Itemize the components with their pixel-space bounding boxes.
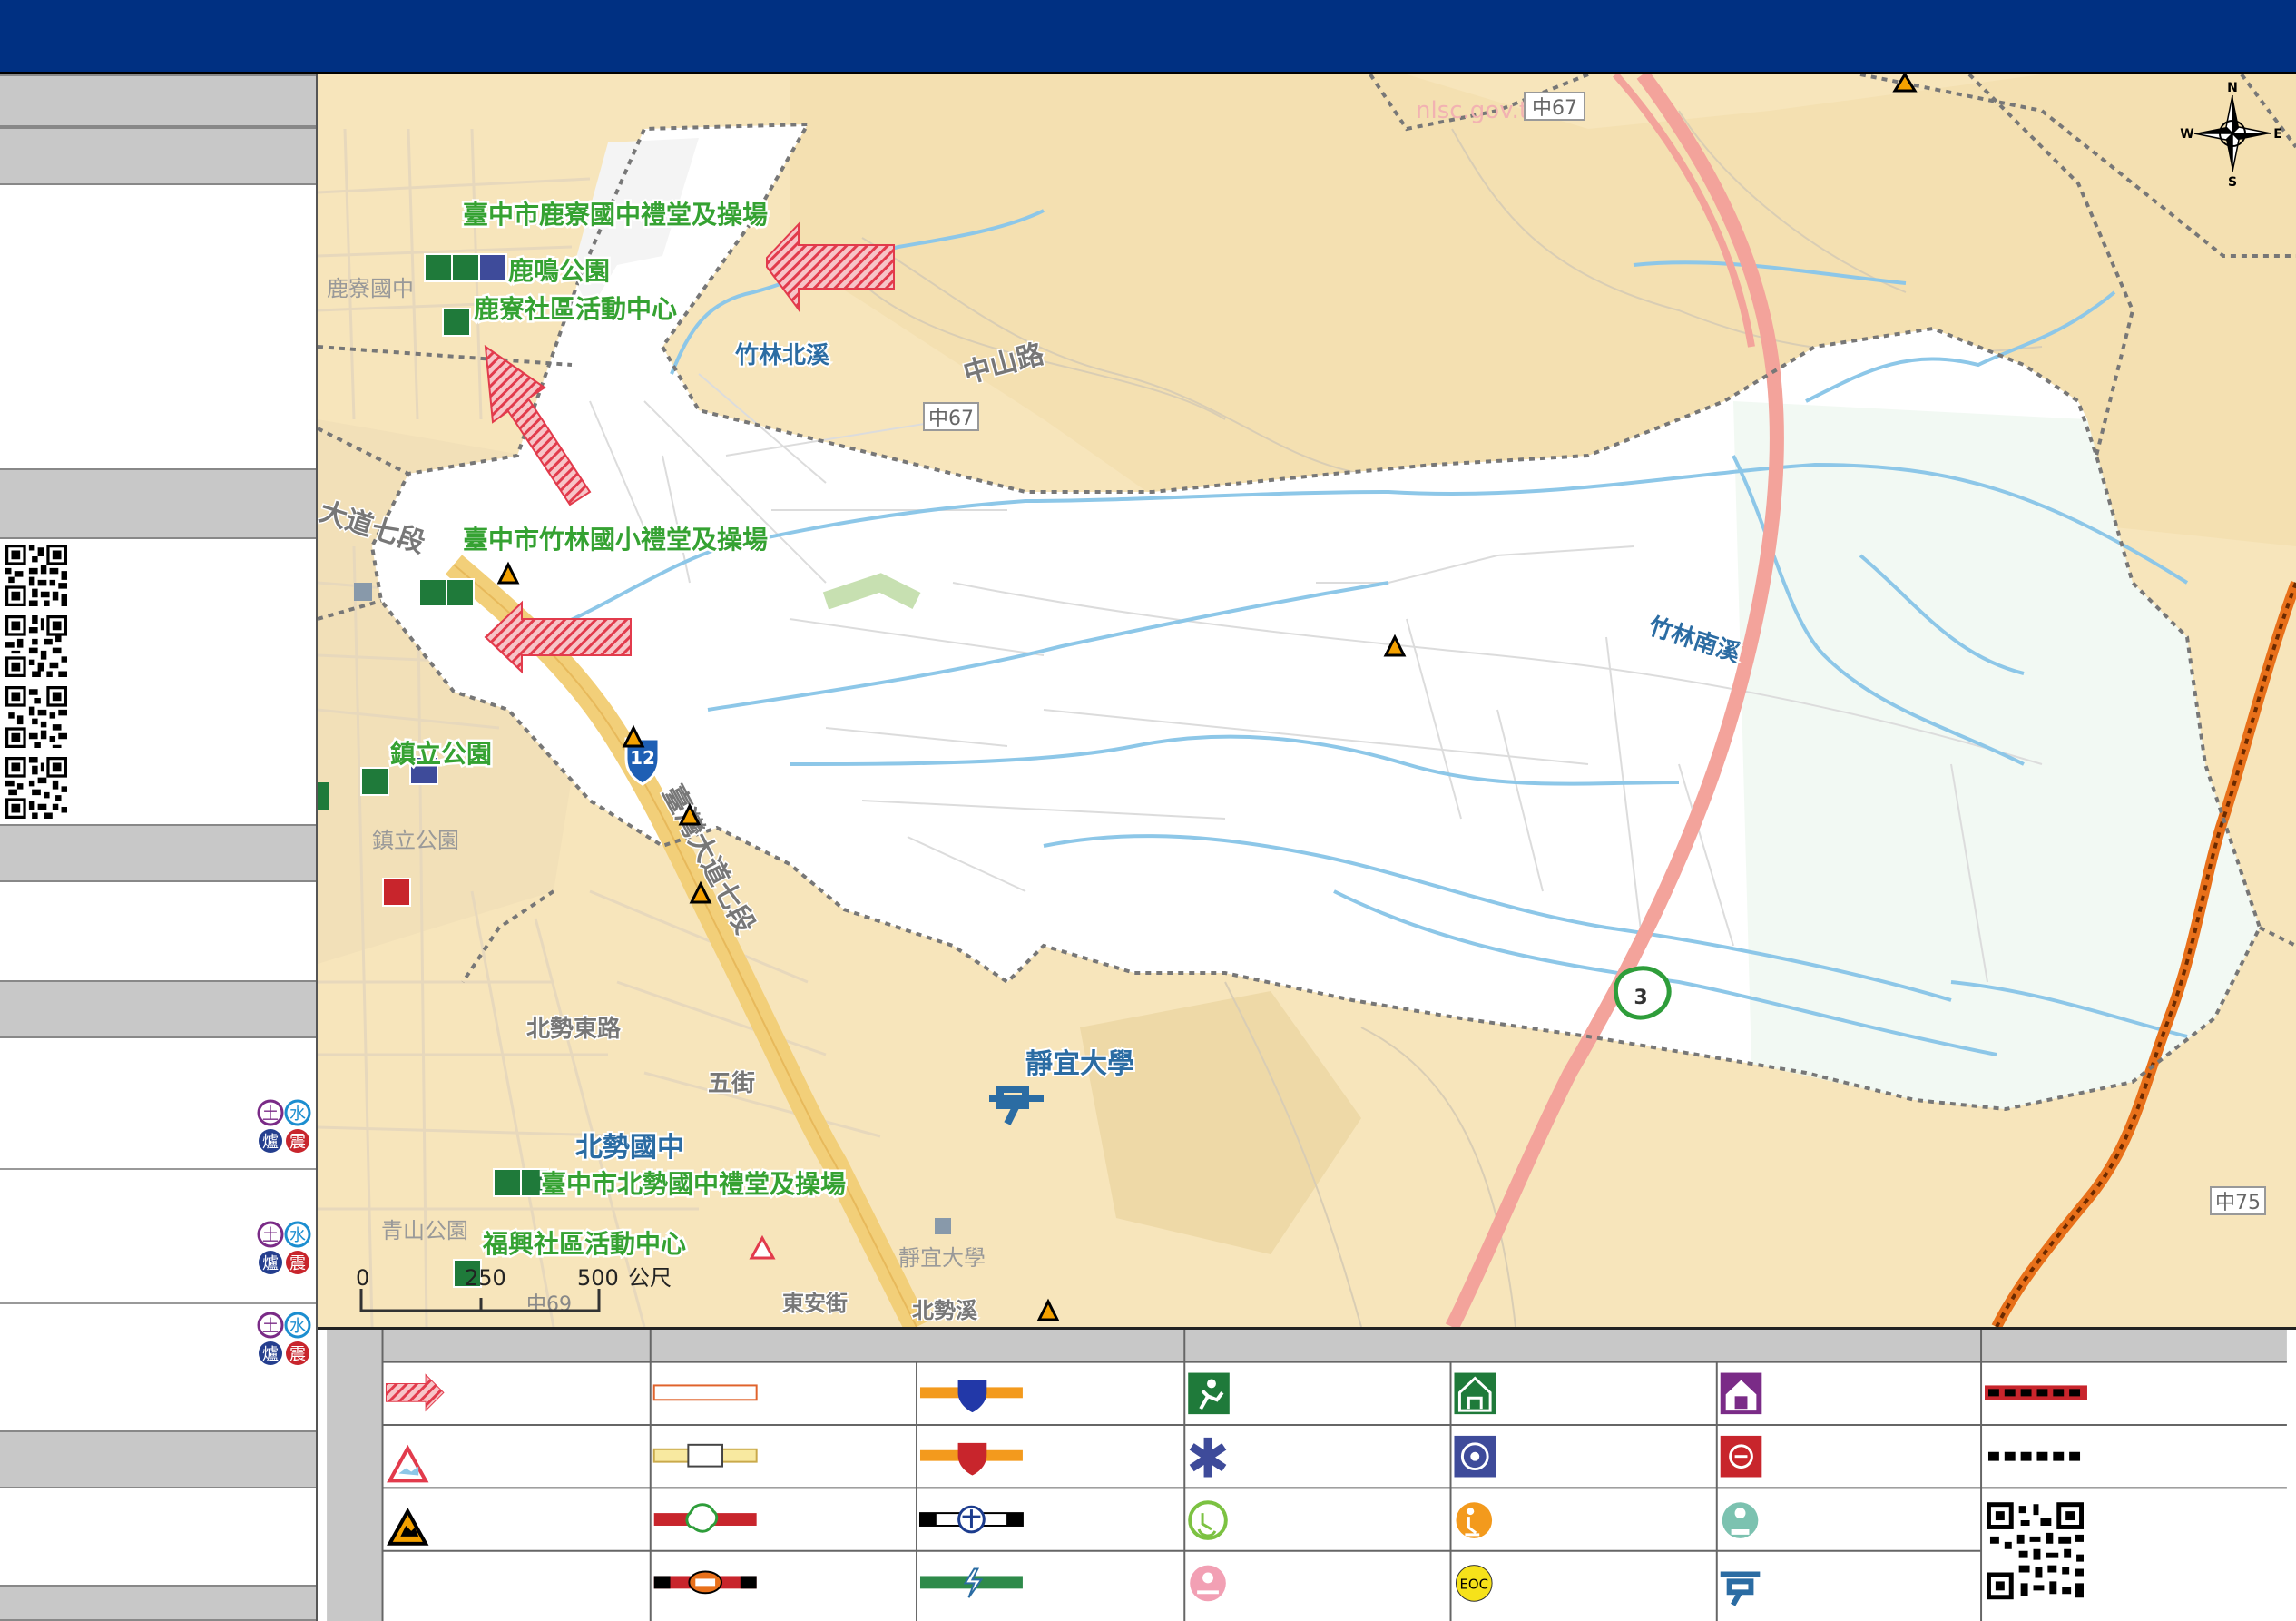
- landslide-warning-icon: [387, 1444, 429, 1483]
- badge-ash: 爐: [262, 1133, 279, 1152]
- hazard-badges-2: 土 水 爐 震: [257, 1221, 311, 1274]
- railway-icon: [918, 1505, 1024, 1534]
- label-jingyi-small: 靜宜大學: [898, 1245, 986, 1271]
- medical-icon: [1189, 1437, 1227, 1478]
- label-center-luliao: 鹿寮社區活動中心: [474, 294, 677, 324]
- road-label-zhong67: 中67: [928, 408, 974, 430]
- provincial-road-icon: [652, 1384, 758, 1401]
- sidebar-divider-1: [0, 1168, 316, 1170]
- road-12-number: 12: [630, 747, 655, 769]
- label-shelter-beishi-junior: 臺中市北勢國中禮堂及操場: [541, 1169, 846, 1199]
- compass-e: E: [2273, 127, 2282, 142]
- badge-water: 水: [289, 1226, 306, 1245]
- childcare-icon: [1190, 1565, 1226, 1602]
- fire-station-icon: [1720, 1435, 1762, 1478]
- hazard-badges-3: 土 水 爐 震: [257, 1312, 311, 1365]
- compass-s: S: [2228, 175, 2237, 190]
- road-label-beishi-east: 北勢東路: [526, 1015, 622, 1043]
- scale-label-0: 0: [356, 1265, 369, 1291]
- badge-soil: 土: [262, 1105, 279, 1124]
- title-bar: [0, 0, 2296, 74]
- eoc-label: EOC: [1460, 1576, 1488, 1592]
- sidebar-header-4: [0, 824, 316, 882]
- helicopter-icon: [1720, 1571, 1761, 1606]
- badge-quake: 震: [289, 1345, 306, 1364]
- qr-code-2[interactable]: [5, 615, 67, 677]
- label-luliao-junior-small: 鹿寮國中: [327, 276, 414, 301]
- road-label-beishi-creek: 北勢溪: [912, 1298, 978, 1323]
- label-shelter-luliao-junior: 臺中市鹿寮國中禮堂及操場: [463, 200, 768, 230]
- qr-code-icon[interactable]: [1985, 1500, 2085, 1602]
- rockfall-warning-icon: [387, 1508, 429, 1546]
- badge-water: 水: [289, 1105, 306, 1124]
- scale-unit: 公尺: [628, 1265, 672, 1291]
- badge-quake: 震: [289, 1133, 306, 1152]
- sidebar: 土 水 爐 震 土 水 爐 震 土 水 爐 震: [0, 74, 318, 1621]
- legend-panel: EOC: [318, 1327, 2296, 1621]
- label-center-fuxing: 福興社區活動中心: [482, 1229, 686, 1259]
- road-label-wu-st: 五街: [708, 1070, 755, 1097]
- label-shelter-zhulin-elem: 臺中市竹林國小禮堂及操場: [463, 525, 768, 555]
- label-jingyi-univ: 靜宜大學: [1025, 1048, 1134, 1080]
- qr-code-3[interactable]: [5, 686, 67, 748]
- road-label-zhong69: 中69: [526, 1293, 572, 1316]
- outdoor-shelter-icon: [1188, 1372, 1230, 1415]
- township-road-icon: [653, 1503, 757, 1533]
- admin-boundary-orange-icon: [1985, 1385, 2087, 1400]
- sidebar-header-5: [0, 980, 316, 1038]
- legend-top-header: [382, 1330, 2287, 1362]
- sidebar-header-6: [0, 1430, 316, 1488]
- county-road-icon: [652, 1443, 758, 1468]
- label-zhenli-park-small: 鎮立公園: [372, 828, 459, 853]
- sidebar-divider-2: [0, 1302, 316, 1304]
- creek-label-zhulin-north: 竹林北溪: [734, 342, 830, 369]
- highway-3-number: 3: [1634, 987, 1647, 1009]
- elderly-care-icon: [1188, 1500, 1228, 1540]
- label-beishi-junior: 北勢國中: [575, 1132, 684, 1164]
- label-qingshan-park: 青山公園: [381, 1218, 468, 1243]
- qr-code-4[interactable]: [5, 757, 67, 819]
- badge-ash: 爐: [262, 1345, 279, 1364]
- compass-n: N: [2227, 81, 2238, 95]
- expressway-icon: [653, 1570, 757, 1595]
- qr-code-1[interactable]: [5, 545, 67, 606]
- sidebar-header-3: [0, 468, 316, 539]
- hazard-badges-1: 土 水 爐 震: [257, 1099, 311, 1153]
- hsr-icon: [919, 1567, 1023, 1598]
- sidebar-header-1: [0, 74, 316, 127]
- road-label-zhong67-top: 中67: [1532, 97, 1577, 120]
- badge-soil: 土: [262, 1317, 279, 1336]
- map-canvas[interactable]: nlsc.gov.tw 中67 中67 中75 中69 竹林北溪 竹林南溪 中山…: [318, 74, 2296, 1327]
- preschool-icon: [1722, 1502, 1759, 1538]
- police-icon: [1454, 1435, 1496, 1478]
- legend-side-header: [327, 1330, 383, 1621]
- scale-label-250: 250: [465, 1265, 506, 1291]
- scale-label-500: 500: [577, 1265, 619, 1291]
- national-highway-red-icon: [919, 1442, 1023, 1476]
- compass-w: W: [2180, 127, 2193, 142]
- national-highway-icon: [919, 1380, 1023, 1413]
- eoc-icon: EOC: [1455, 1565, 1493, 1602]
- sidebar-header-7: [0, 1585, 316, 1621]
- indoor-shelter-icon: [1454, 1372, 1496, 1415]
- sidebar-header-2: [0, 127, 316, 185]
- evacuation-arrow-icon: [385, 1373, 445, 1412]
- badge-soil: 土: [262, 1226, 279, 1245]
- road-label-zhong75: 中75: [2215, 1192, 2261, 1214]
- road-label-dongan: 東安街: [782, 1291, 848, 1316]
- label-park-luming: 鹿鳴公園: [508, 256, 610, 286]
- badge-quake: 震: [289, 1254, 306, 1273]
- badge-water: 水: [289, 1317, 306, 1336]
- disabled-care-icon: [1456, 1502, 1493, 1538]
- badge-ash: 爐: [262, 1254, 279, 1273]
- label-park-zhenli: 鎮立公園: [390, 739, 492, 769]
- women-shelter-icon: [1720, 1372, 1762, 1415]
